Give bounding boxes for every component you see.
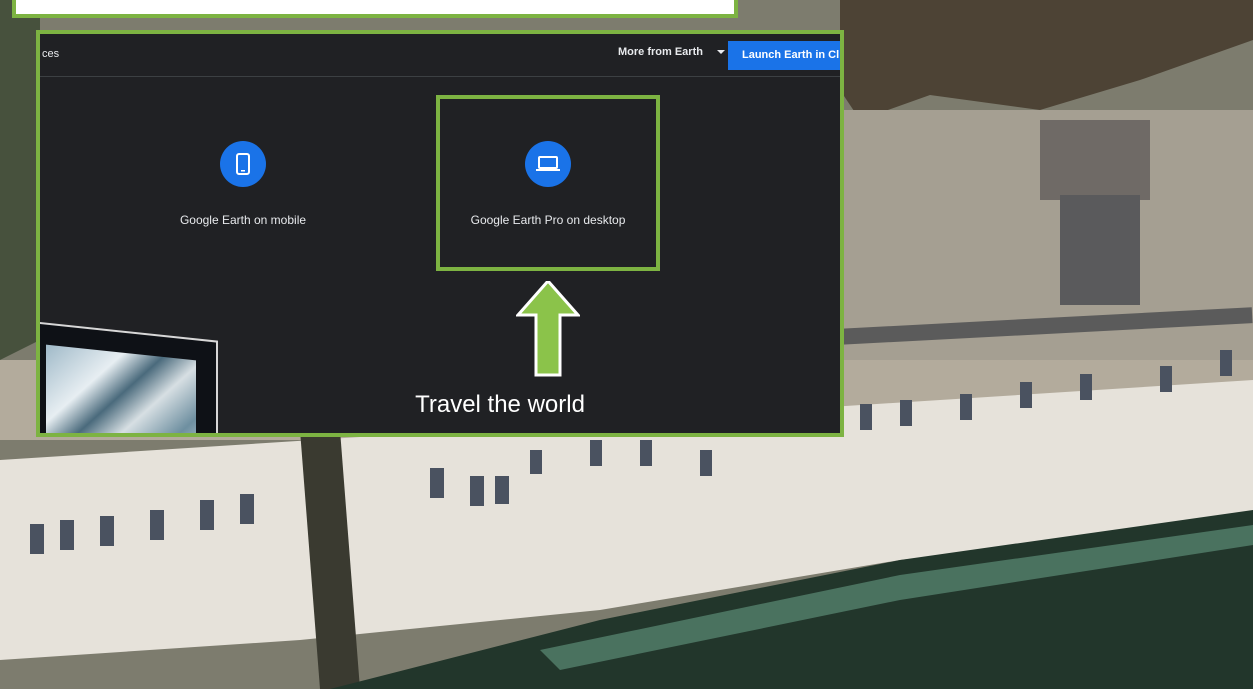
option-earth-mobile[interactable]: Google Earth on mobile <box>148 141 338 227</box>
more-from-earth-button[interactable]: More from Earth <box>618 46 725 58</box>
up-arrow-icon <box>514 278 582 382</box>
top-bar: ces More from Earth Launch Earth in Cl <box>40 34 840 77</box>
chevron-down-icon <box>716 50 725 54</box>
highlight-box <box>436 95 660 271</box>
travel-caption: Travel the world <box>415 391 585 418</box>
nav-link-fragment[interactable]: ces <box>42 48 59 60</box>
top-highlight-callout <box>12 0 738 18</box>
option-mobile-label: Google Earth on mobile <box>179 213 307 227</box>
launch-earth-button[interactable]: Launch Earth in Cl <box>728 41 840 70</box>
earth-preview-thumbnail <box>40 321 218 433</box>
embedded-screenshot-panel: ces More from Earth Launch Earth in Cl G… <box>36 30 844 437</box>
smartphone-icon <box>220 141 266 187</box>
more-from-earth-label: More from Earth <box>618 46 703 58</box>
